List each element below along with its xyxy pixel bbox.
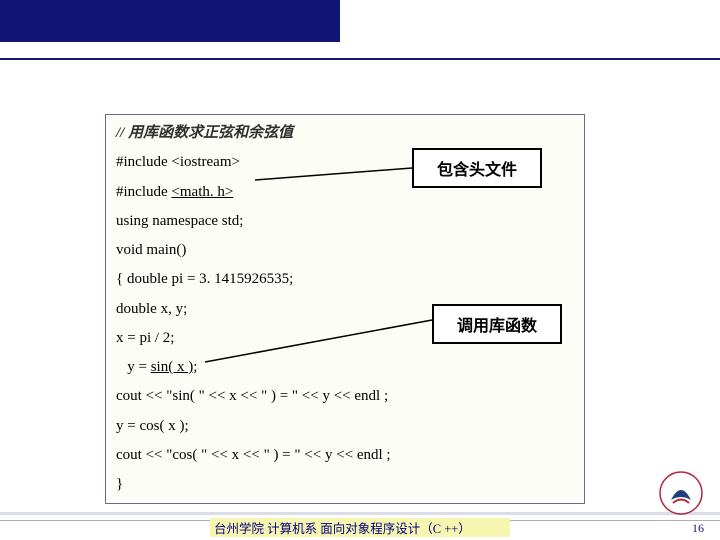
callout-call-library: 调用库函数 (432, 304, 562, 344)
footer-stripe (0, 512, 720, 515)
code-comment: // 用库函数求正弦和余弦值 (116, 119, 574, 148)
callout-include-header: 包含头文件 (412, 148, 542, 188)
code-line: cout << "sin( " << x << " ) = " << y << … (116, 382, 574, 411)
code-line: void main() (116, 236, 574, 265)
institution-logo-icon (658, 470, 704, 516)
footer-text: 台州学院 计算机系 面向对象程序设计（C ++） (210, 518, 510, 537)
top-accent-bar (0, 0, 340, 42)
header-rule (0, 58, 720, 60)
code-line: } (116, 470, 574, 499)
code-line: y = cos( x ); (116, 412, 574, 441)
code-line: y = sin( x ); (116, 353, 574, 382)
code-line: using namespace std; (116, 207, 574, 236)
code-line: cout << "cos( " << x << " ) = " << y << … (116, 441, 574, 470)
code-line: { double pi = 3. 1415926535; (116, 265, 574, 294)
page-number: 16 (692, 521, 704, 536)
